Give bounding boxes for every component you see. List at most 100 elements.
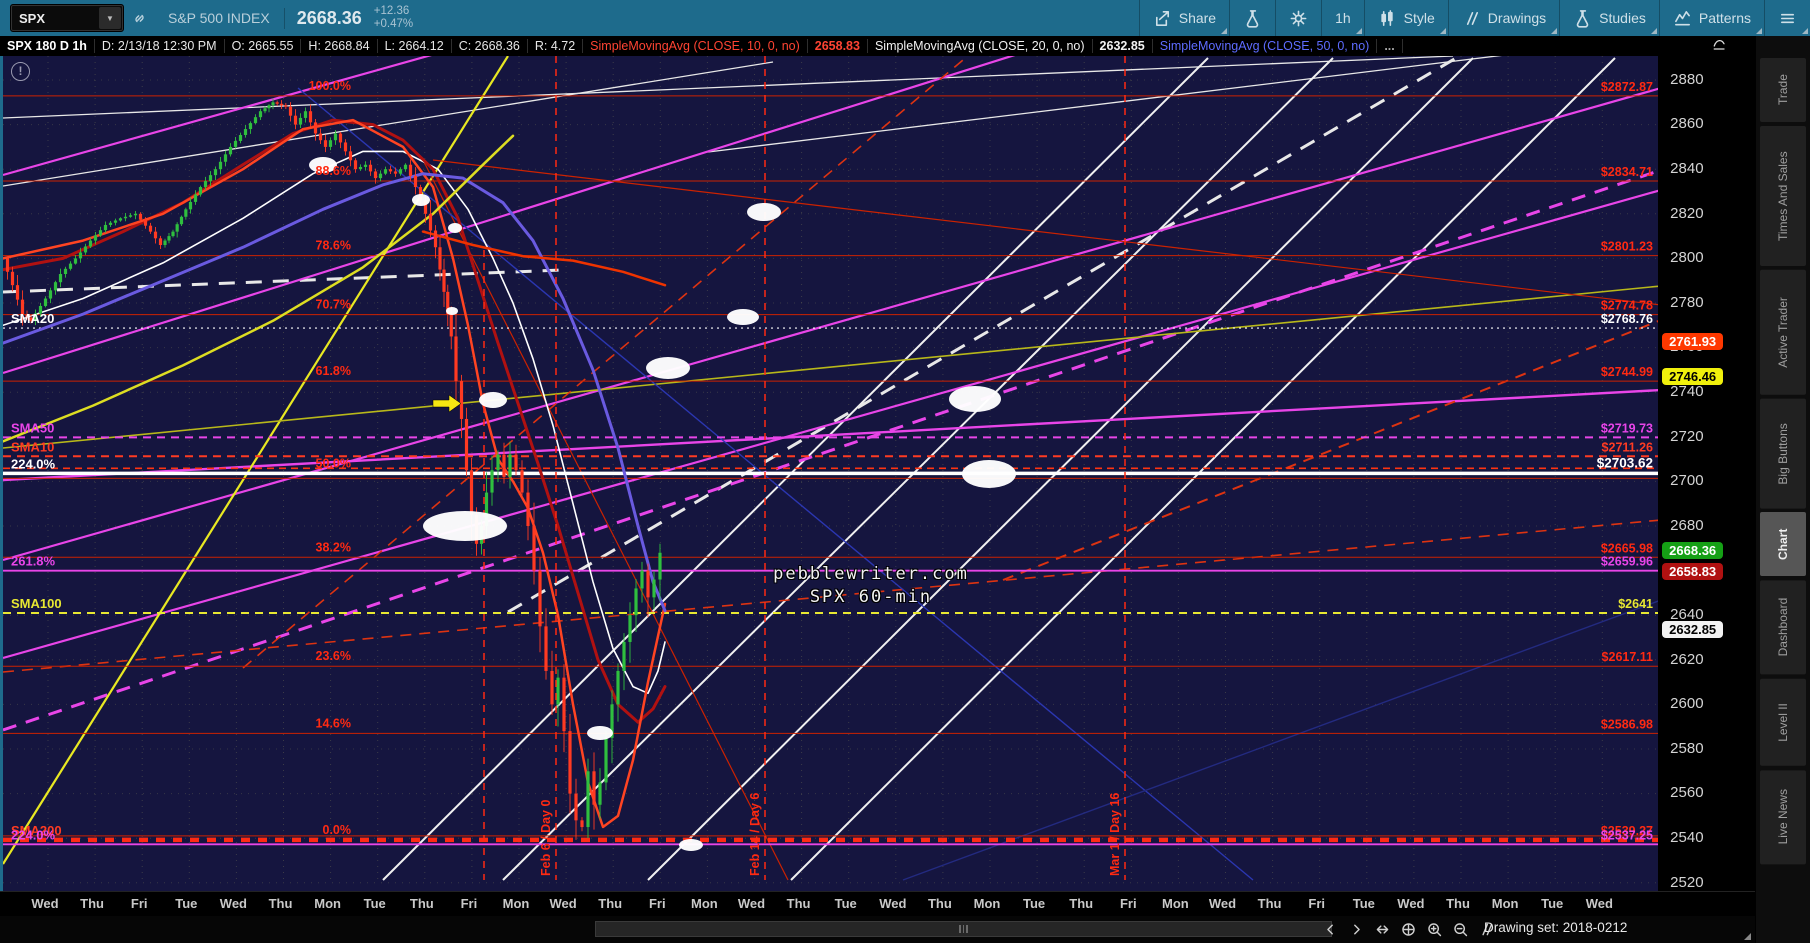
- pan-button[interactable]: [1400, 921, 1417, 938]
- double-arrow-button[interactable]: [1374, 921, 1391, 938]
- x-axis-label: Fri: [648, 895, 666, 911]
- price-scale-mode-icon[interactable]: [1712, 37, 1727, 55]
- x-axis-label: Thu: [786, 895, 811, 911]
- sidebar-tab-chart[interactable]: Chart: [1760, 512, 1806, 577]
- y-axis-tick: 2720: [1670, 427, 1704, 445]
- y-axis-tick: 2580: [1670, 739, 1704, 757]
- sidebar-tab-dashboard[interactable]: Dashboard: [1760, 580, 1806, 675]
- x-axis-label: Wed: [1397, 895, 1425, 911]
- change-value: +12.36: [373, 4, 410, 17]
- drawings-button[interactable]: Drawings: [1447, 0, 1559, 36]
- x-axis-label: Thu: [1069, 895, 1094, 911]
- x-axis-label: Wed: [879, 895, 907, 911]
- chart-canvas[interactable]: Feb 6 / Day 0 Feb 14 / Day 6 Mar 1 / Day 1…: [0, 55, 1659, 891]
- price-level-label: $2872.87: [1601, 80, 1653, 94]
- price-level-label: $2719.73: [1601, 421, 1653, 435]
- sidebar-tab-trade[interactable]: Trade: [1760, 58, 1806, 122]
- sma100-60min: [3, 134, 515, 443]
- price-level-label: 78.6%: [316, 238, 351, 252]
- info-icon[interactable]: !: [11, 61, 30, 81]
- header-field: SimpleMovingAvg (CLOSE, 10, 0, no): [583, 38, 808, 53]
- price-change: +12.36 +0.47%: [374, 5, 423, 31]
- price-level-label: $2834.71: [1601, 165, 1653, 179]
- x-axis-label: Mon: [973, 895, 1001, 911]
- highlight-ellipse: [446, 306, 458, 315]
- header-field: L: 2664.12: [378, 38, 452, 53]
- price-level-label: 224.0%: [11, 827, 56, 842]
- price-level-label: 261.8%: [11, 553, 56, 568]
- y-axis-tick: 2860: [1670, 115, 1704, 133]
- sidebar-tab-times-and-sales[interactable]: Times And Sales: [1760, 126, 1806, 266]
- x-axis-label: Thu: [1446, 895, 1470, 911]
- symbol-dropdown-arrow-icon[interactable]: ▼: [99, 7, 121, 29]
- resize-corner-icon[interactable]: [1744, 933, 1751, 940]
- sidebar-tab-big-buttons[interactable]: Big Buttons: [1760, 398, 1806, 509]
- watermark-line2: SPX 60-min: [809, 586, 933, 607]
- gear-button[interactable]: [1275, 0, 1321, 36]
- header-field: 2658.83: [808, 38, 868, 53]
- y-axis-tick: 2520: [1670, 873, 1704, 891]
- main-area: SPX 180 D 1h D: 2/13/18 12:30 PM O: 2665.…: [0, 36, 1810, 943]
- x-axis-label: Wed: [737, 895, 766, 911]
- menu-button[interactable]: [1764, 0, 1810, 36]
- x-axis-label: Fri: [1308, 895, 1325, 911]
- button-label: Patterns: [1698, 10, 1751, 26]
- style-button[interactable]: Style: [1363, 0, 1448, 36]
- symbol-input[interactable]: SPX ▼: [10, 4, 124, 32]
- price-level-label: $2744.99: [1601, 365, 1653, 379]
- price-level-label: SMA20: [11, 311, 54, 326]
- price-axis[interactable]: 2880286028402820280027802760274027202700…: [1658, 55, 1755, 891]
- zoom-out-button[interactable]: [1452, 921, 1469, 938]
- slashes-icon: [1466, 11, 1478, 25]
- price-level-label: $2703.62: [1597, 455, 1653, 470]
- link-icon[interactable]: [124, 0, 154, 36]
- zoom-in-button[interactable]: [1426, 921, 1443, 938]
- zoom-out-icon: [1454, 923, 1468, 937]
- flask-icon: [1246, 9, 1259, 28]
- highlight-ellipse: [962, 459, 1016, 488]
- change-percent: +0.47%: [373, 18, 414, 30]
- 1h-button[interactable]: 1h: [1321, 0, 1364, 36]
- header-field: SimpleMovingAvg (CLOSE, 50, 0, no): [1153, 38, 1378, 53]
- x-axis-label: Thu: [80, 895, 104, 911]
- x-axis-label: Mon: [1162, 895, 1189, 911]
- price-level-label: $2768.76: [1601, 312, 1653, 326]
- studies-button[interactable]: Studies: [1559, 0, 1659, 36]
- zoom-in-icon: [1428, 923, 1442, 937]
- last-price: 2668.36: [283, 7, 374, 29]
- event-line-label: Mar 1 / Day 16: [1108, 792, 1122, 875]
- price-level-label: 38.2%: [316, 540, 351, 554]
- price-level-label: $2711.26: [1602, 440, 1653, 454]
- left-arrow-icon: [1327, 924, 1333, 935]
- share-button[interactable]: Share: [1138, 0, 1229, 36]
- right-arrow-button[interactable]: [1348, 921, 1365, 938]
- price-badge: 2632.85: [1662, 620, 1724, 638]
- time-axis[interactable]: Wed Thu Fri Tue Wed Thu Mon Tue Thu Fri Mon Wed Thu F…: [0, 890, 1755, 917]
- y-axis-tick: 2560: [1670, 784, 1704, 802]
- curve-icon: [1713, 40, 1725, 50]
- y-axis-tick: 2800: [1670, 249, 1704, 267]
- price-level-label: $2659.96: [1601, 554, 1653, 568]
- pan-icon: [1402, 923, 1415, 936]
- dma-darkred: [3, 118, 667, 724]
- button-label: Studies: [1599, 10, 1646, 26]
- highlight-ellipse: [448, 222, 462, 233]
- top-toolbar: SPX ▼ S&P 500 INDEX 2668.36 +12.36 +0.47…: [0, 0, 1810, 36]
- sidebar-tab-live-news[interactable]: Live News: [1760, 769, 1806, 864]
- highlight-ellipse: [747, 202, 781, 221]
- x-axis-label: Wed: [1208, 895, 1237, 911]
- flask-button[interactable]: [1229, 0, 1275, 36]
- sidebar-tab-active-trader[interactable]: Active Trader: [1760, 270, 1806, 395]
- header-field: O: 2665.55: [225, 38, 302, 53]
- toolbar-buttons: Share 1h Style Drawings Studies Patterns: [1138, 0, 1810, 36]
- patterns-button[interactable]: Patterns: [1658, 0, 1764, 36]
- price-level-label: 88.6%: [316, 164, 351, 178]
- sma50-daily: [421, 230, 667, 287]
- chart-scrollbar-thumb[interactable]: [595, 921, 1332, 938]
- sidebar-tab-level-ii[interactable]: Level II: [1760, 678, 1806, 766]
- highlight-ellipse: [412, 193, 430, 206]
- price-badge: 2761.93: [1662, 333, 1724, 350]
- levels-layer: [3, 95, 1659, 845]
- x-axis-label: Fri: [130, 895, 148, 911]
- left-arrow-button[interactable]: [1322, 921, 1339, 938]
